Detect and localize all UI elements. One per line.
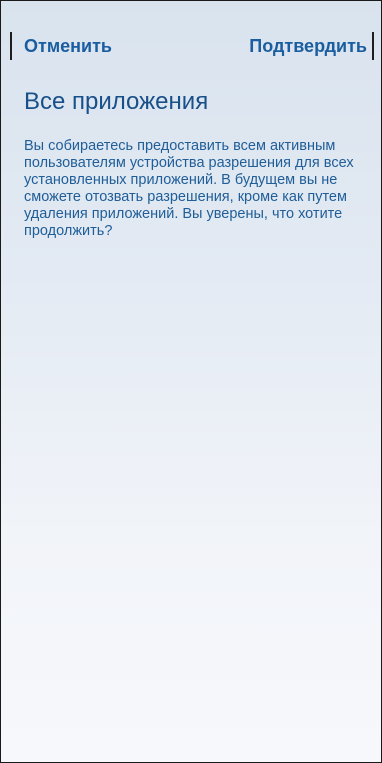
page-title: Все приложения <box>24 88 209 115</box>
dialog-toolbar: Отменить Подтвердить <box>1 29 381 63</box>
confirmation-message: Вы собираетесь предоставить всем активны… <box>24 138 354 239</box>
confirmation-screen: Отменить Подтвердить Все приложения Вы с… <box>0 0 382 763</box>
confirm-button[interactable]: Подтвердить <box>249 29 367 63</box>
cancel-button[interactable]: Отменить <box>24 29 112 63</box>
